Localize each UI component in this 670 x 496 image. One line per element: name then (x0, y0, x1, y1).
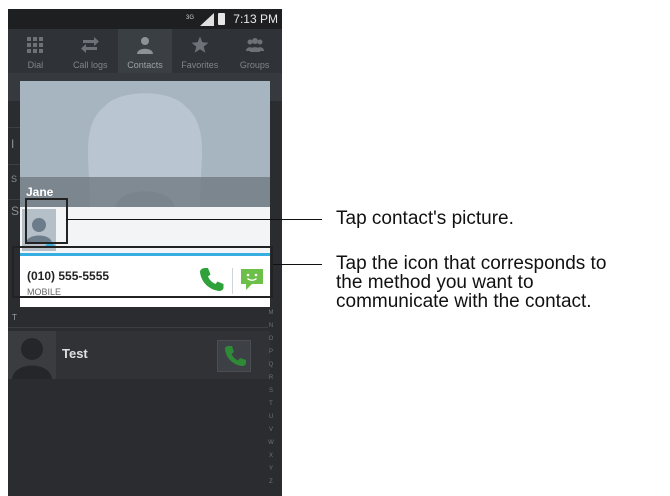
index-letter[interactable]: T (266, 401, 276, 408)
tab-bar: Dial Call logs Contacts Favorites Groups (8, 29, 282, 73)
status-time: 7:13 PM (233, 12, 278, 26)
status-bar: 3G 7:13 PM (8, 9, 282, 29)
index-letter[interactable]: S (266, 388, 276, 395)
battery-icon (218, 13, 225, 25)
index-letter[interactable]: X (266, 453, 276, 460)
list-text-fragment: I (11, 137, 15, 151)
network-type: 3G (186, 15, 195, 21)
list-divider (8, 327, 268, 328)
dialpad-icon (27, 37, 44, 53)
contact-picture[interactable]: Jane (20, 81, 270, 207)
signal-icon (200, 13, 214, 26)
method-callout-line-2: the method you want to (336, 272, 534, 293)
contact-row-test[interactable]: Test (8, 331, 270, 379)
call-button[interactable] (217, 340, 251, 372)
contact-name: Jane (26, 185, 54, 199)
index-letter[interactable]: Z (266, 479, 276, 486)
tab-favorites[interactable]: Favorites (172, 29, 227, 73)
tab-groups-label: Groups (239, 60, 270, 70)
method-callout-line-3: communicate with the contact. (336, 291, 592, 312)
index-letter[interactable]: Q (266, 362, 276, 369)
contact-photo (8, 331, 56, 379)
index-letter[interactable]: M (266, 310, 276, 317)
index-letter[interactable]: W (266, 440, 276, 447)
index-letter[interactable]: P (266, 349, 276, 356)
default-avatar-icon (12, 338, 52, 379)
picture-highlight-box (25, 198, 68, 244)
tab-groups[interactable]: Groups (227, 29, 282, 73)
tab-dial[interactable]: Dial (8, 29, 63, 73)
method-leader-line (273, 264, 322, 266)
tab-call-logs-label: Call logs (72, 60, 108, 70)
person-icon (136, 37, 153, 54)
method-highlight-box (12, 246, 273, 298)
tab-call-logs[interactable]: Call logs (63, 29, 118, 73)
picture-callout: Tap contact's picture. (336, 208, 514, 229)
index-letter[interactable]: O (266, 336, 276, 343)
tab-contacts-label: Contacts (127, 60, 163, 70)
index-letter[interactable]: Y (266, 466, 276, 473)
method-callout-line-1: Tap the icon that corresponds to (336, 253, 607, 274)
phone-icon (225, 346, 246, 366)
tab-dial-label: Dial (27, 60, 44, 70)
call-logs-icon (81, 37, 100, 53)
group-icon (245, 38, 264, 52)
list-text-fragment: S (11, 174, 18, 184)
section-header: T (12, 313, 17, 322)
picture-leader-line (66, 219, 322, 221)
index-letter[interactable]: U (266, 414, 276, 421)
tab-contacts[interactable]: Contacts (117, 29, 173, 73)
index-letter[interactable]: N (266, 323, 276, 330)
tab-favorites-label: Favorites (181, 60, 219, 70)
index-letter[interactable]: V (266, 427, 276, 434)
index-letter[interactable]: R (266, 375, 276, 382)
list-text-fragment: S (11, 204, 20, 218)
star-icon (191, 36, 209, 53)
contact-name: Test (62, 346, 88, 361)
